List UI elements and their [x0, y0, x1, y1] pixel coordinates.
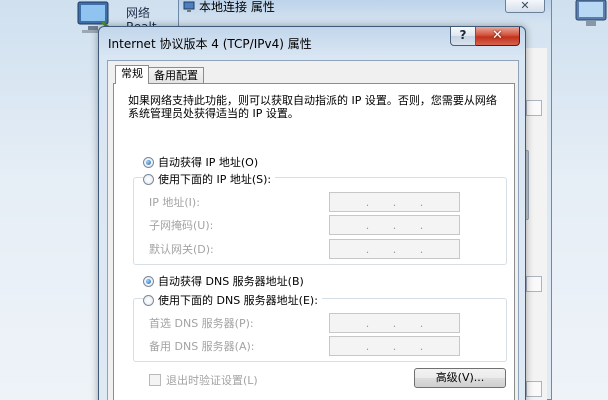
octet-dot: .	[419, 316, 424, 330]
tab-general[interactable]: 常规	[115, 65, 149, 84]
background-control	[526, 381, 542, 397]
general-tab-panel: 如果网络支持此功能，则可以获取自动指派的 IP 设置。否则，您需要从网络系统管理…	[113, 83, 515, 400]
manual-ip-label: 使用下面的 IP 地址(S):	[158, 173, 272, 186]
dialog-client-area: 常规 备用配置 如果网络支持此功能，则可以获取自动指派的 IP 设置。否则，您需…	[107, 60, 519, 400]
ip-address-input[interactable]: ...	[329, 192, 460, 212]
auto-ip-option[interactable]: 自动获得 IP 地址(O)	[143, 154, 258, 170]
octet-dot: .	[392, 195, 397, 209]
octet-dot: .	[419, 195, 424, 209]
tcpipv4-properties-dialog: Internet 协议版本 4 (TCP/IPv4) 属性 ? ✕ 常规 备用配…	[98, 26, 526, 400]
monitor-icon	[575, 0, 607, 26]
background-close-button[interactable]: ✕	[505, 0, 545, 13]
octet-dot: .	[365, 195, 370, 209]
preferred-dns-row: 首选 DNS 服务器(P): ...	[149, 313, 460, 333]
preferred-dns-label: 首选 DNS 服务器(P):	[149, 317, 254, 330]
default-gateway-label: 默认网关(D):	[149, 243, 214, 256]
ip-address-label: IP 地址(I):	[149, 196, 200, 209]
dialog-title: Internet 协议版本 4 (TCP/IPv4) 属性	[108, 37, 312, 51]
manual-dns-option[interactable]: 使用下面的 DNS 服务器地址(E):	[143, 292, 322, 308]
octet-dot: .	[419, 218, 424, 232]
validate-on-exit-option[interactable]: 退出时验证设置(L)	[149, 372, 258, 388]
octet-dot: .	[392, 218, 397, 232]
validate-on-exit-checkbox[interactable]	[149, 374, 161, 386]
background-control	[526, 100, 542, 116]
validate-on-exit-label: 退出时验证设置(L)	[166, 374, 258, 387]
manual-ip-radio[interactable]	[143, 173, 154, 185]
manual-dns-radio[interactable]	[143, 294, 154, 306]
preferred-dns-input[interactable]: ...	[329, 313, 460, 333]
octet-dot: .	[392, 242, 397, 256]
background-control	[526, 276, 542, 292]
auto-dns-label: 自动获得 DNS 服务器地址(B)	[158, 275, 304, 288]
title-bar-buttons: ? ✕	[450, 27, 520, 47]
octet-dot: .	[365, 242, 370, 256]
default-gateway-row: 默认网关(D): ...	[149, 239, 460, 259]
subnet-mask-label: 子网掩码(U):	[149, 219, 214, 232]
subnet-mask-row: 子网掩码(U): ...	[149, 215, 460, 235]
manual-ip-option[interactable]: 使用下面的 IP 地址(S):	[143, 171, 276, 187]
octet-dot: .	[419, 242, 424, 256]
tab-alternate-configuration[interactable]: 备用配置	[148, 67, 204, 84]
auto-dns-option[interactable]: 自动获得 DNS 服务器地址(B)	[143, 273, 304, 289]
subnet-mask-input[interactable]: ...	[329, 215, 460, 235]
alternate-dns-row: 备用 DNS 服务器(A): ...	[149, 336, 460, 356]
ip-address-row: IP 地址(I): ...	[149, 192, 460, 212]
advanced-button[interactable]: 高级(V)...	[414, 368, 506, 388]
alternate-dns-input[interactable]: ...	[329, 336, 460, 356]
default-gateway-input[interactable]: ...	[329, 239, 460, 259]
tab-strip: 常规 备用配置	[115, 65, 204, 84]
auto-ip-radio[interactable]	[143, 156, 154, 168]
background-window-title: 本地连接 属性	[199, 0, 275, 14]
description-text: 如果网络支持此功能，则可以获取自动指派的 IP 设置。否则，您需要从网络系统管理…	[128, 94, 497, 120]
octet-dot: .	[365, 218, 370, 232]
manual-dns-label: 使用下面的 DNS 服务器地址(E):	[158, 294, 318, 307]
octet-dot: .	[365, 316, 370, 330]
alternate-dns-label: 备用 DNS 服务器(A):	[149, 340, 255, 353]
octet-dot: .	[392, 339, 397, 353]
octet-dot: .	[419, 339, 424, 353]
auto-dns-radio[interactable]	[143, 275, 154, 287]
network-adapter-icon	[183, 1, 195, 12]
desktop-icon-label: 网络	[126, 6, 151, 20]
octet-dot: .	[392, 316, 397, 330]
auto-ip-label: 自动获得 IP 地址(O)	[158, 156, 259, 169]
octet-dot: .	[365, 339, 370, 353]
help-button[interactable]: ?	[450, 27, 476, 46]
close-button[interactable]: ✕	[476, 27, 520, 46]
